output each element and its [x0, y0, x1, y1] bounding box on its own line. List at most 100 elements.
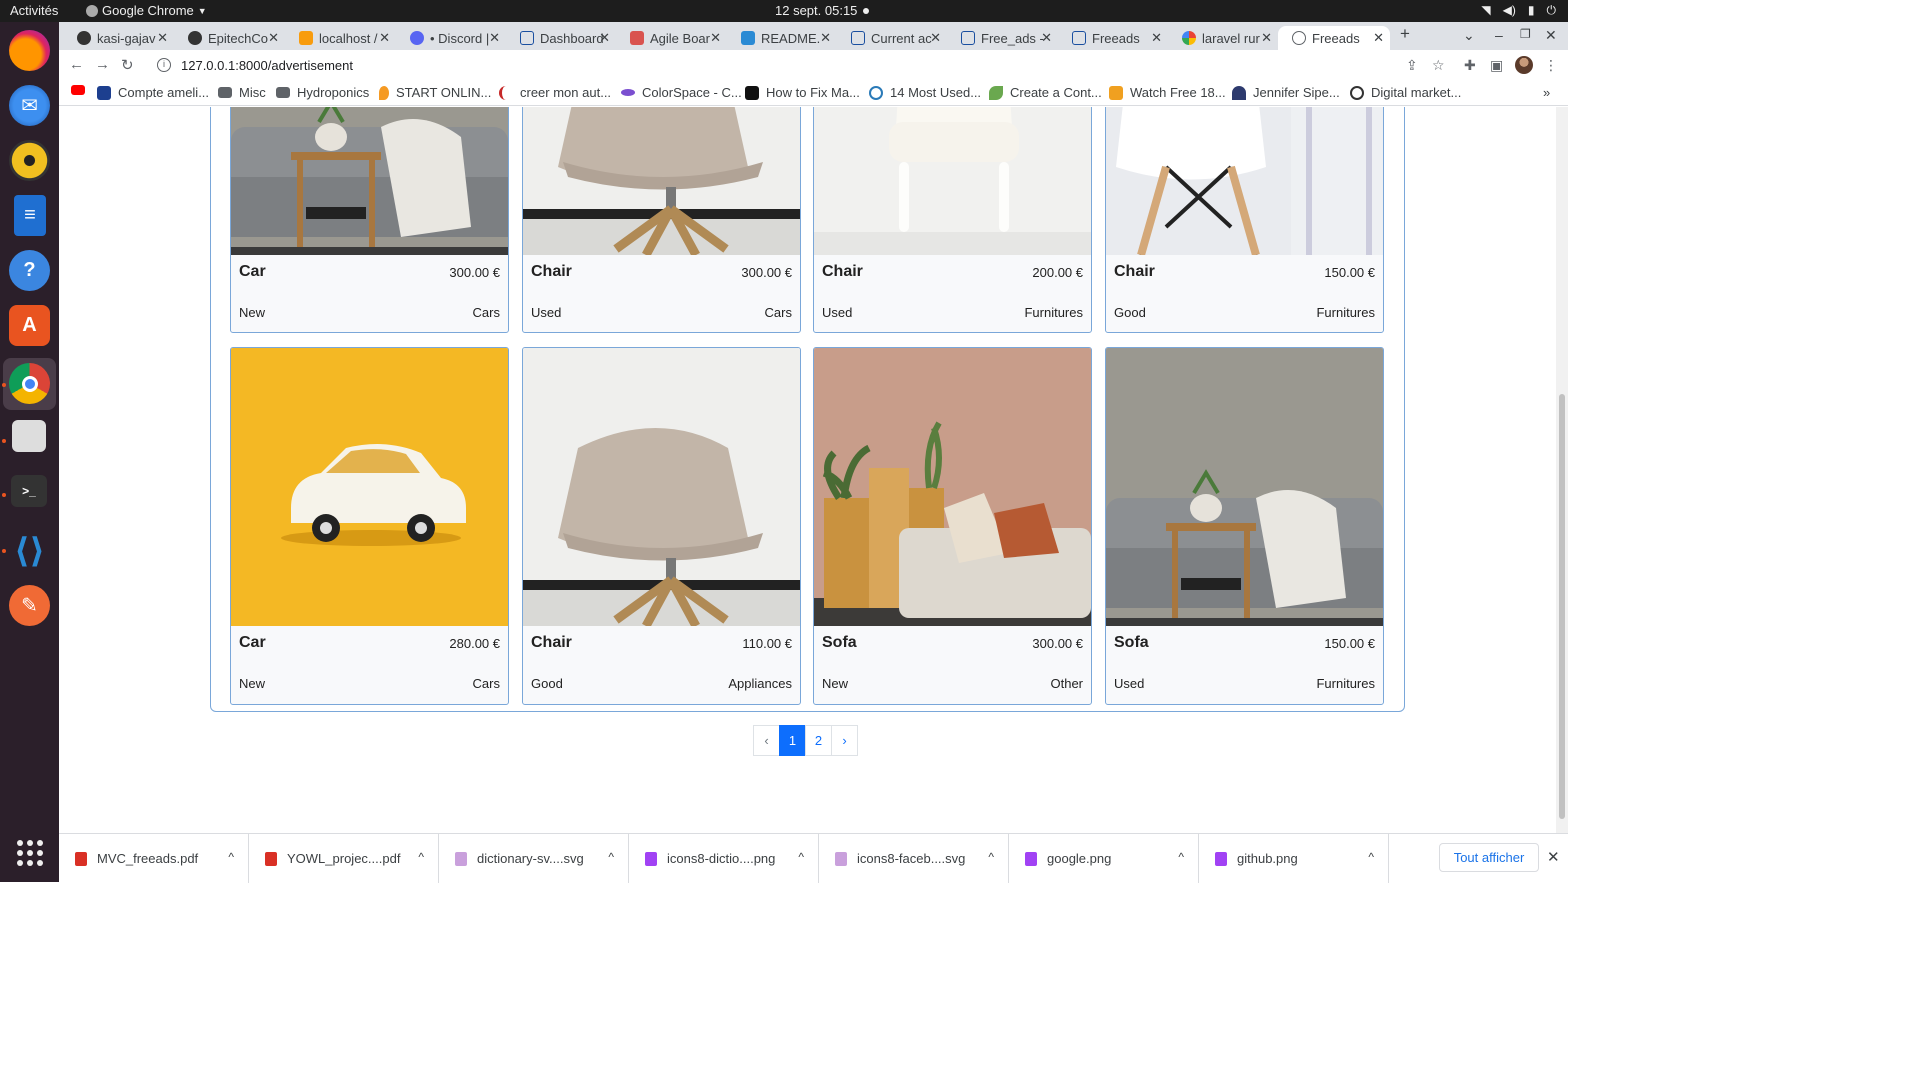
close-icon[interactable]: ✕	[930, 30, 941, 46]
close-icon[interactable]: ✕	[599, 30, 610, 46]
bookmark[interactable]	[71, 85, 92, 95]
ad-image[interactable]	[814, 107, 1091, 255]
ad-image[interactable]	[1106, 107, 1383, 255]
bookmark[interactable]: creer mon aut...	[499, 85, 611, 100]
info-icon[interactable]: i	[157, 58, 171, 72]
system-tray[interactable]: ◥ ◀) ▮ ⏻	[1481, 3, 1556, 18]
pagination-page-2[interactable]: 2	[805, 725, 832, 756]
ad-card[interactable]: Chair 150.00 € Good Furnitures	[1105, 107, 1384, 333]
close-icon[interactable]: ✕	[268, 30, 279, 46]
ad-card[interactable]: Chair 200.00 € Used Furnitures	[813, 107, 1092, 333]
side-panel-icon[interactable]: ▣	[1490, 57, 1503, 74]
browser-tab[interactable]: localhost / ✕	[285, 26, 396, 50]
chevron-up-icon[interactable]: ^	[608, 850, 614, 864]
pagination-prev[interactable]: ‹	[753, 725, 780, 756]
browser-tab[interactable]: • Discord | ✕	[396, 26, 506, 50]
close-icon[interactable]: ✕	[489, 30, 500, 46]
show-apps-icon[interactable]	[17, 840, 43, 866]
bookmark-folder[interactable]: Hydroponics	[276, 85, 369, 100]
terminal-icon[interactable]: >_	[11, 475, 47, 507]
chevron-up-icon[interactable]: ^	[1178, 850, 1184, 864]
bookmark-folder[interactable]: Misc	[218, 85, 266, 100]
bookmark[interactable]: Digital market...	[1350, 85, 1461, 100]
download-item[interactable]: icons8-dictio....png ^	[629, 834, 819, 883]
bookmark[interactable]: START ONLIN...	[379, 85, 491, 100]
browser-tab[interactable]: Current ac ✕	[837, 26, 947, 50]
files-icon[interactable]	[12, 420, 46, 452]
bookmark[interactable]: How to Fix Ma...	[745, 85, 860, 100]
ad-image[interactable]	[814, 348, 1091, 626]
download-item[interactable]: github.png ^	[1199, 834, 1389, 883]
activities-button[interactable]: Activités	[10, 3, 58, 18]
close-shelf-icon[interactable]: ✕	[1547, 848, 1560, 866]
download-item[interactable]: icons8-faceb....svg ^	[819, 834, 1009, 883]
close-icon[interactable]: ✕	[820, 30, 831, 46]
more-bookmarks-icon[interactable]: »	[1543, 85, 1550, 100]
bookmark[interactable]: Create a Cont...	[989, 85, 1102, 100]
bookmark[interactable]: 14 Most Used...	[869, 85, 981, 100]
download-item[interactable]: dictionary-sv....svg ^	[439, 834, 629, 883]
profile-avatar[interactable]	[1515, 56, 1533, 74]
software-center-icon[interactable]: A	[9, 305, 50, 346]
writer-icon[interactable]: ≡	[14, 195, 46, 236]
thunderbird-icon[interactable]: ✉	[9, 85, 50, 126]
ad-image[interactable]	[523, 348, 800, 626]
bookmark[interactable]: Jennifer Sipe...	[1232, 85, 1340, 100]
bookmark-star-icon[interactable]: ☆	[1432, 57, 1445, 74]
close-icon[interactable]: ✕	[1373, 30, 1384, 46]
ad-image[interactable]	[1106, 348, 1383, 626]
rhythmbox-icon[interactable]	[9, 140, 50, 181]
download-item[interactable]: google.png ^	[1009, 834, 1199, 883]
download-item[interactable]: MVC_freeads.pdf ^	[59, 834, 249, 883]
close-icon[interactable]: ✕	[710, 30, 721, 46]
ad-card[interactable]: Chair 300.00 € Used Cars	[522, 107, 801, 333]
share-icon[interactable]: ⇪	[1406, 57, 1418, 74]
browser-tab[interactable]: laravel rur ✕	[1168, 26, 1278, 50]
vscode-icon[interactable]: ⟨⟩	[9, 530, 50, 571]
clock[interactable]: 12 sept. 05:15	[775, 3, 857, 18]
new-tab-button[interactable]: +	[1400, 24, 1410, 44]
browser-tab[interactable]: kasi-gajav ✕	[63, 26, 174, 50]
app-menu[interactable]: Google Chrome ▼	[86, 3, 207, 18]
ad-card[interactable]: Sofa 300.00 € New Other	[813, 347, 1092, 705]
ad-image[interactable]	[231, 107, 508, 255]
show-all-button[interactable]: Tout afficher	[1439, 843, 1539, 872]
extensions-icon[interactable]: ✚	[1464, 57, 1476, 74]
browser-tab[interactable]: Agile Boar ✕	[616, 26, 727, 50]
browser-tab[interactable]: Dashboard ✕	[506, 26, 616, 50]
chevron-up-icon[interactable]: ^	[1368, 850, 1374, 864]
chevron-up-icon[interactable]: ^	[418, 850, 424, 864]
browser-tab[interactable]: EpitechCo ✕	[174, 26, 285, 50]
postman-icon[interactable]: ✎	[9, 585, 50, 626]
chevron-up-icon[interactable]: ^	[228, 850, 234, 864]
ad-card[interactable]: Chair 110.00 € Good Appliances	[522, 347, 801, 705]
page-scrollbar[interactable]	[1556, 107, 1568, 833]
chevron-up-icon[interactable]: ^	[798, 850, 804, 864]
firefox-icon[interactable]	[9, 30, 50, 71]
close-icon[interactable]: ✕	[1041, 30, 1052, 46]
minimize-button[interactable]: –	[1495, 27, 1503, 43]
close-icon[interactable]: ✕	[157, 30, 168, 46]
address-bar[interactable]: i 127.0.0.1:8000/advertisement	[147, 52, 1457, 78]
pagination-page-1[interactable]: 1	[779, 725, 806, 756]
browser-tab[interactable]: README. ✕	[727, 26, 837, 50]
ad-card[interactable]: Car 280.00 € New Cars	[230, 347, 509, 705]
maximize-button[interactable]: ❐	[1520, 27, 1531, 41]
reload-icon[interactable]: ↻	[121, 56, 134, 74]
ad-card[interactable]: Car 300.00 € New Cars	[230, 107, 509, 333]
chrome-icon[interactable]	[9, 363, 50, 404]
browser-tab[interactable]: Free_ads - ✕	[947, 26, 1058, 50]
menu-icon[interactable]: ⋮	[1544, 57, 1558, 74]
ad-card[interactable]: Sofa 150.00 € Used Furnitures	[1105, 347, 1384, 705]
tab-search-icon[interactable]: ⌄	[1463, 27, 1475, 44]
browser-tab-active[interactable]: Freeads ✕	[1278, 26, 1390, 50]
ad-image[interactable]	[231, 348, 508, 626]
close-icon[interactable]: ✕	[1151, 30, 1162, 46]
bookmark[interactable]: ColorSpace - C...	[621, 85, 742, 100]
close-window-button[interactable]: ✕	[1545, 27, 1557, 44]
chevron-up-icon[interactable]: ^	[988, 850, 994, 864]
close-icon[interactable]: ✕	[379, 30, 390, 46]
ad-image[interactable]	[523, 107, 800, 255]
scrollbar-thumb[interactable]	[1559, 394, 1565, 819]
bookmark[interactable]: Compte ameli...	[97, 85, 209, 100]
